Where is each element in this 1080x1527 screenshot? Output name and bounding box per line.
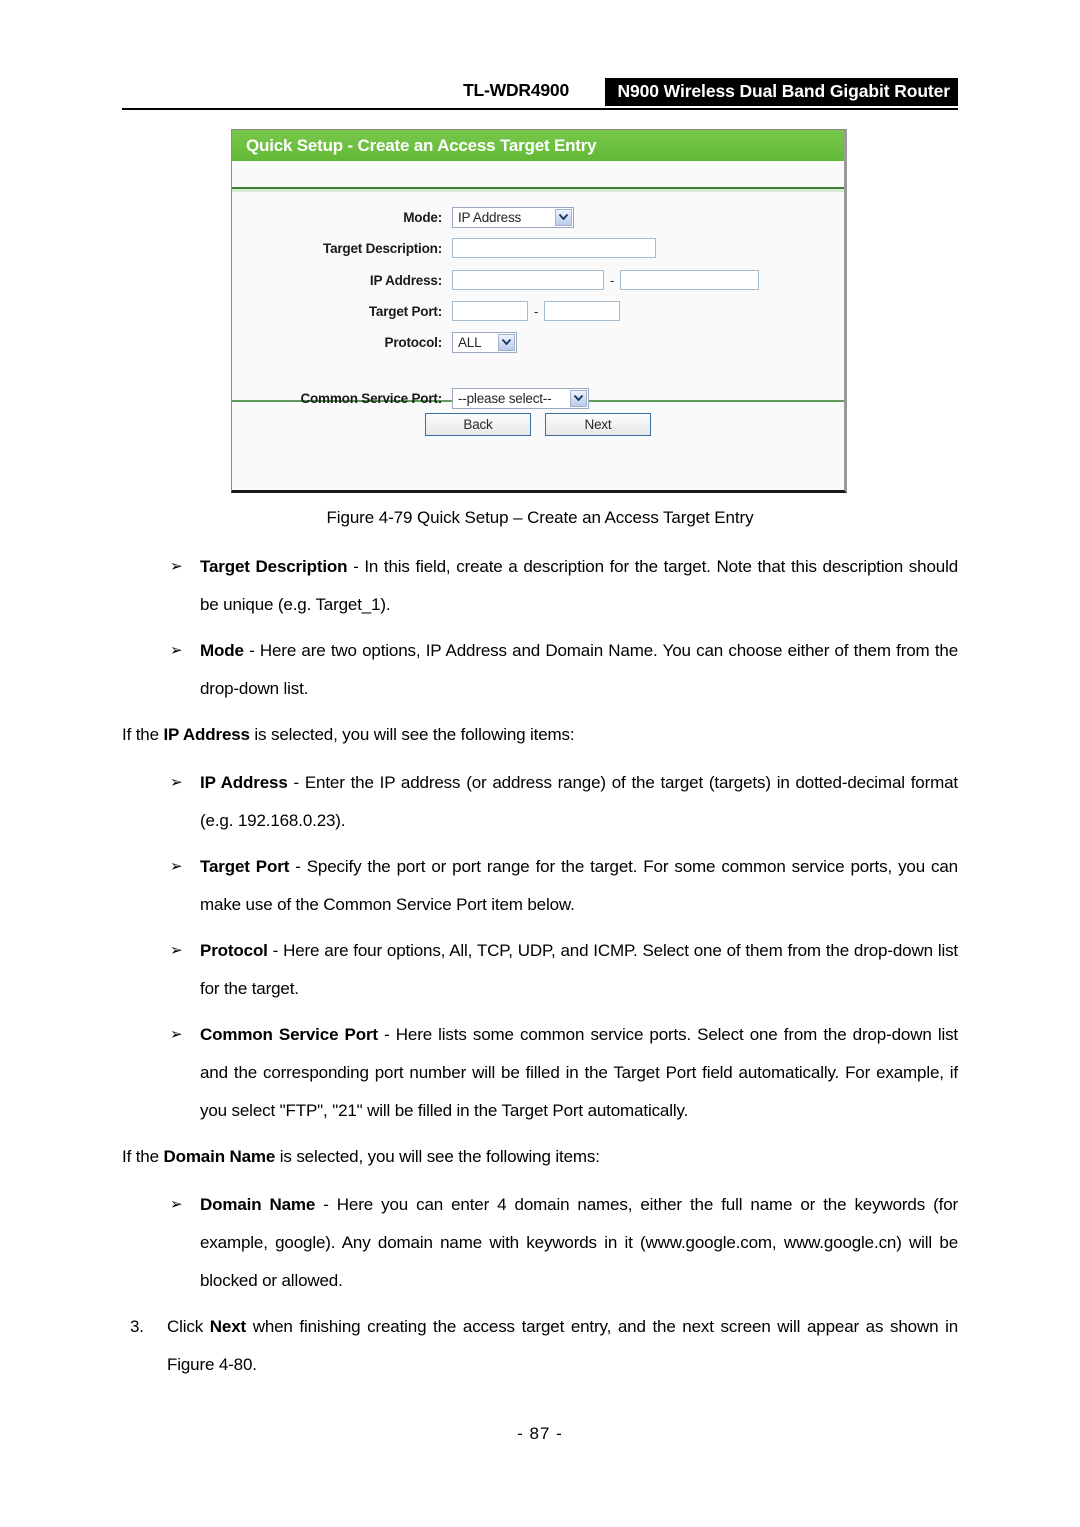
paragraph-term: IP Address — [163, 725, 250, 744]
mode-label: Mode: — [403, 209, 442, 225]
bullet-term: Target Port — [200, 857, 290, 876]
form-row-target-description: Target Description: — [232, 237, 844, 259]
ip-address-end-input[interactable] — [620, 270, 760, 290]
document-body: ➢ Target Description - In this field, cre… — [122, 548, 958, 1384]
bullet-term: Common Service Port — [200, 1025, 378, 1044]
form-row-ip-address: IP Address: - — [232, 269, 844, 291]
target-port-separator: - — [534, 303, 539, 319]
protocol-select-value: ALL — [458, 334, 482, 350]
mode-select[interactable]: IP Address — [452, 206, 574, 228]
numbered-step-3: 3. Click Next when finishing creating the… — [122, 1308, 958, 1384]
chevron-down-icon[interactable] — [570, 389, 587, 407]
back-button[interactable]: Back — [425, 412, 531, 436]
form-row-common-service-port: Common Service Port: --please select-- — [232, 387, 844, 409]
step-tail: when finishing creating the access targe… — [167, 1317, 959, 1374]
common-service-port-select-value: --please select-- — [458, 390, 552, 406]
target-port-label: Target Port: — [368, 303, 442, 319]
bullet-arrow-icon: ➢ — [170, 942, 183, 959]
form-row-target-port: Target Port: - — [232, 300, 844, 322]
ip-address-start-input[interactable] — [452, 270, 604, 290]
bullet-arrow-icon: ➢ — [170, 1196, 183, 1213]
bullet-arrow-icon: ➢ — [170, 858, 183, 875]
step-term: Next — [209, 1317, 247, 1336]
form-row-mode: Mode: IP Address — [232, 206, 844, 228]
bullet-arrow-icon: ➢ — [170, 774, 183, 791]
common-service-port-control: --please select-- — [452, 387, 589, 409]
paragraph-tail: is selected, you will see the following … — [249, 725, 575, 744]
bullet-term: Mode — [200, 641, 244, 660]
header-product-name: N900 Wireless Dual Band Gigabit Router — [605, 78, 958, 106]
bullet-text: - Enter the IP address (or address range… — [200, 773, 959, 830]
router-ui-screenshot: Quick Setup - Create an Access Target En… — [231, 129, 847, 493]
protocol-label: Protocol: — [384, 334, 443, 350]
ip-address-label: IP Address: — [369, 272, 442, 288]
chevron-down-icon[interactable] — [555, 208, 572, 226]
target-port-start-input[interactable] — [452, 301, 528, 321]
panel-form-body: Mode: IP Address Target Description: IP … — [232, 192, 844, 409]
paragraph-lead: If the — [122, 725, 164, 744]
bullet-ip-address: ➢ IP Address - Enter the IP address (or a… — [122, 764, 958, 840]
ip-address-control: - — [452, 270, 760, 290]
panel-title: Quick Setup - Create an Access Target En… — [232, 130, 844, 161]
bullet-term: IP Address — [200, 773, 288, 792]
target-port-control: - — [452, 301, 621, 321]
form-row-protocol: Protocol: ALL — [232, 331, 844, 353]
bullet-term: Protocol — [200, 941, 268, 960]
paragraph-if-ip-address: If the IP Address is selected, you will … — [122, 716, 958, 754]
paragraph-tail: is selected, you will see the following … — [275, 1147, 600, 1166]
bullet-mode: ➢ Mode - Here are two options, IP Address… — [122, 632, 958, 708]
protocol-select[interactable]: ALL — [452, 331, 517, 353]
mode-control: IP Address — [452, 206, 574, 228]
ip-range-separator: - — [610, 272, 615, 288]
paragraph-if-domain-name: If the Domain Name is selected, you will… — [122, 1138, 958, 1176]
bullet-target-port: ➢ Target Port - Specify the port or port … — [122, 848, 958, 924]
bullet-term: Domain Name — [200, 1195, 316, 1214]
bullet-text: - Here are four options, All, TCP, UDP, … — [200, 941, 958, 998]
bullet-text: - Here are two options, IP Address and D… — [200, 641, 958, 698]
bullet-target-description: ➢ Target Description - In this field, cre… — [122, 548, 958, 624]
step-number: 3. — [130, 1317, 144, 1336]
figure-caption: Figure 4-79 Quick Setup – Create an Acce… — [326, 508, 754, 527]
page-running-header: TL-WDR4900 N900 Wireless Dual Band Gigab… — [122, 78, 958, 110]
header-model-name: TL-WDR4900 — [463, 80, 569, 100]
header-rule — [122, 108, 958, 110]
target-description-control — [452, 238, 656, 258]
target-description-label: Target Description: — [323, 240, 442, 256]
protocol-control: ALL — [452, 331, 517, 353]
step-lead: Click — [167, 1317, 210, 1336]
target-description-input[interactable] — [452, 238, 656, 258]
bullet-domain-name: ➢ Domain Name - Here you can enter 4 doma… — [122, 1186, 958, 1300]
panel-subtitle-band — [232, 161, 844, 187]
bullet-arrow-icon: ➢ — [170, 1026, 183, 1043]
bullet-term: Target Description — [200, 557, 348, 576]
chevron-down-icon[interactable] — [498, 333, 515, 351]
common-service-port-label: Common Service Port: — [300, 390, 442, 406]
mode-select-value: IP Address — [458, 209, 522, 225]
bullet-arrow-icon: ➢ — [170, 642, 183, 659]
target-port-end-input[interactable] — [544, 301, 621, 321]
page-number: - 87 - — [517, 1424, 563, 1443]
next-button[interactable]: Next — [545, 412, 651, 436]
bullet-common-service-port: ➢ Common Service Port - Here lists some c… — [122, 1016, 958, 1130]
paragraph-term: Domain Name — [163, 1147, 276, 1166]
paragraph-lead: If the — [122, 1147, 164, 1166]
bullet-text: - Specify the port or port range for the… — [200, 857, 958, 914]
bullet-arrow-icon: ➢ — [170, 558, 183, 575]
common-service-port-select[interactable]: --please select-- — [452, 387, 589, 409]
bullet-protocol: ➢ Protocol - Here are four options, All, … — [122, 932, 958, 1008]
